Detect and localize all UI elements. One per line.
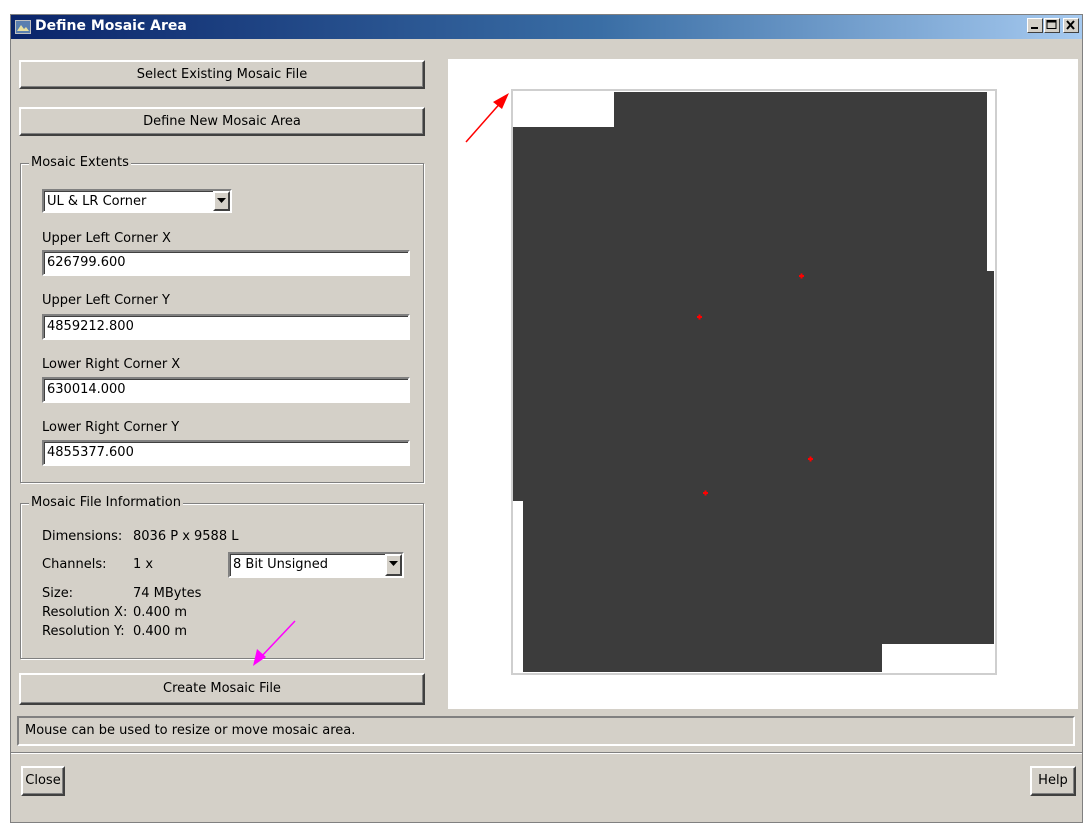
- mosaic-file-info-title: Mosaic File Information: [29, 495, 183, 510]
- lower-right-y-input[interactable]: 4855377.600: [42, 440, 410, 466]
- mosaic-file-info-group: Mosaic File Information Dimensions: 8036…: [20, 495, 424, 659]
- maximize-button[interactable]: [1044, 18, 1060, 33]
- lower-right-x-label: Lower Right Corner X: [42, 357, 181, 372]
- define-mosaic-area-window: Define Mosaic Area Select Existing Mosai…: [10, 14, 1083, 823]
- app-icon: [15, 20, 31, 34]
- upper-left-x-input[interactable]: 626799.600: [42, 250, 410, 276]
- extents-mode-value: UL & LR Corner: [47, 194, 147, 209]
- size-label: Size:: [42, 586, 74, 601]
- channel-type-dropdown-button[interactable]: [385, 554, 402, 576]
- resolution-y-value: 0.400 m: [133, 624, 188, 639]
- mosaic-extents-group: Mosaic Extents UL & LR Corner Upper Left…: [20, 155, 424, 483]
- dimensions-value: 8036 P x 9588 L: [133, 529, 239, 544]
- status-message: Mouse can be used to resize or move mosa…: [25, 723, 356, 738]
- channels-label: Channels:: [42, 557, 107, 572]
- channel-type-select[interactable]: 8 Bit Unsigned: [228, 552, 404, 578]
- resolution-y-label: Resolution Y:: [42, 624, 125, 639]
- close-window-button[interactable]: [1063, 18, 1079, 33]
- extents-mode-select[interactable]: UL & LR Corner: [42, 189, 232, 213]
- select-existing-mosaic-file-button[interactable]: Select Existing Mosaic File: [19, 60, 425, 89]
- lower-right-x-input[interactable]: 630014.000: [42, 377, 410, 403]
- title-bar[interactable]: Define Mosaic Area: [11, 15, 1082, 39]
- define-new-mosaic-area-button[interactable]: Define New Mosaic Area: [19, 107, 425, 136]
- mosaic-preview-canvas[interactable]: [448, 59, 1078, 709]
- close-button[interactable]: Close: [21, 766, 65, 796]
- chevron-down-icon: [389, 561, 398, 566]
- minimize-button[interactable]: [1027, 18, 1043, 33]
- extents-mode-dropdown-button[interactable]: [213, 191, 230, 211]
- lower-right-y-label: Lower Right Corner Y: [42, 420, 180, 435]
- close-icon: [1066, 20, 1075, 30]
- size-value: 74 MBytes: [133, 586, 202, 601]
- mosaic-extents-title: Mosaic Extents: [29, 155, 131, 170]
- mosaic-coverage-shape: [513, 92, 994, 672]
- tile-marker: [704, 490, 707, 496]
- upper-left-x-label: Upper Left Corner X: [42, 231, 171, 246]
- maximize-icon: [1046, 20, 1057, 29]
- status-bar: Mouse can be used to resize or move mosa…: [17, 716, 1075, 746]
- resolution-x-label: Resolution X:: [42, 605, 128, 620]
- resolution-x-value: 0.400 m: [133, 605, 188, 620]
- channels-count: 1 x: [133, 557, 154, 572]
- bottom-separator: [11, 752, 1082, 754]
- upper-left-y-label: Upper Left Corner Y: [42, 293, 170, 308]
- dimensions-label: Dimensions:: [42, 529, 123, 544]
- chevron-down-icon: [217, 198, 226, 203]
- tile-marker: [698, 314, 701, 320]
- mosaic-preview-graphic[interactable]: [448, 59, 1078, 709]
- upper-left-y-input[interactable]: 4859212.800: [42, 314, 410, 340]
- minimize-icon: [1031, 27, 1038, 29]
- tile-marker: [800, 273, 803, 279]
- channel-type-value: 8 Bit Unsigned: [233, 557, 329, 572]
- create-mosaic-file-button[interactable]: Create Mosaic File: [19, 673, 425, 705]
- window-title: Define Mosaic Area: [35, 18, 187, 34]
- tile-marker: [809, 456, 812, 462]
- help-button[interactable]: Help: [1030, 766, 1076, 796]
